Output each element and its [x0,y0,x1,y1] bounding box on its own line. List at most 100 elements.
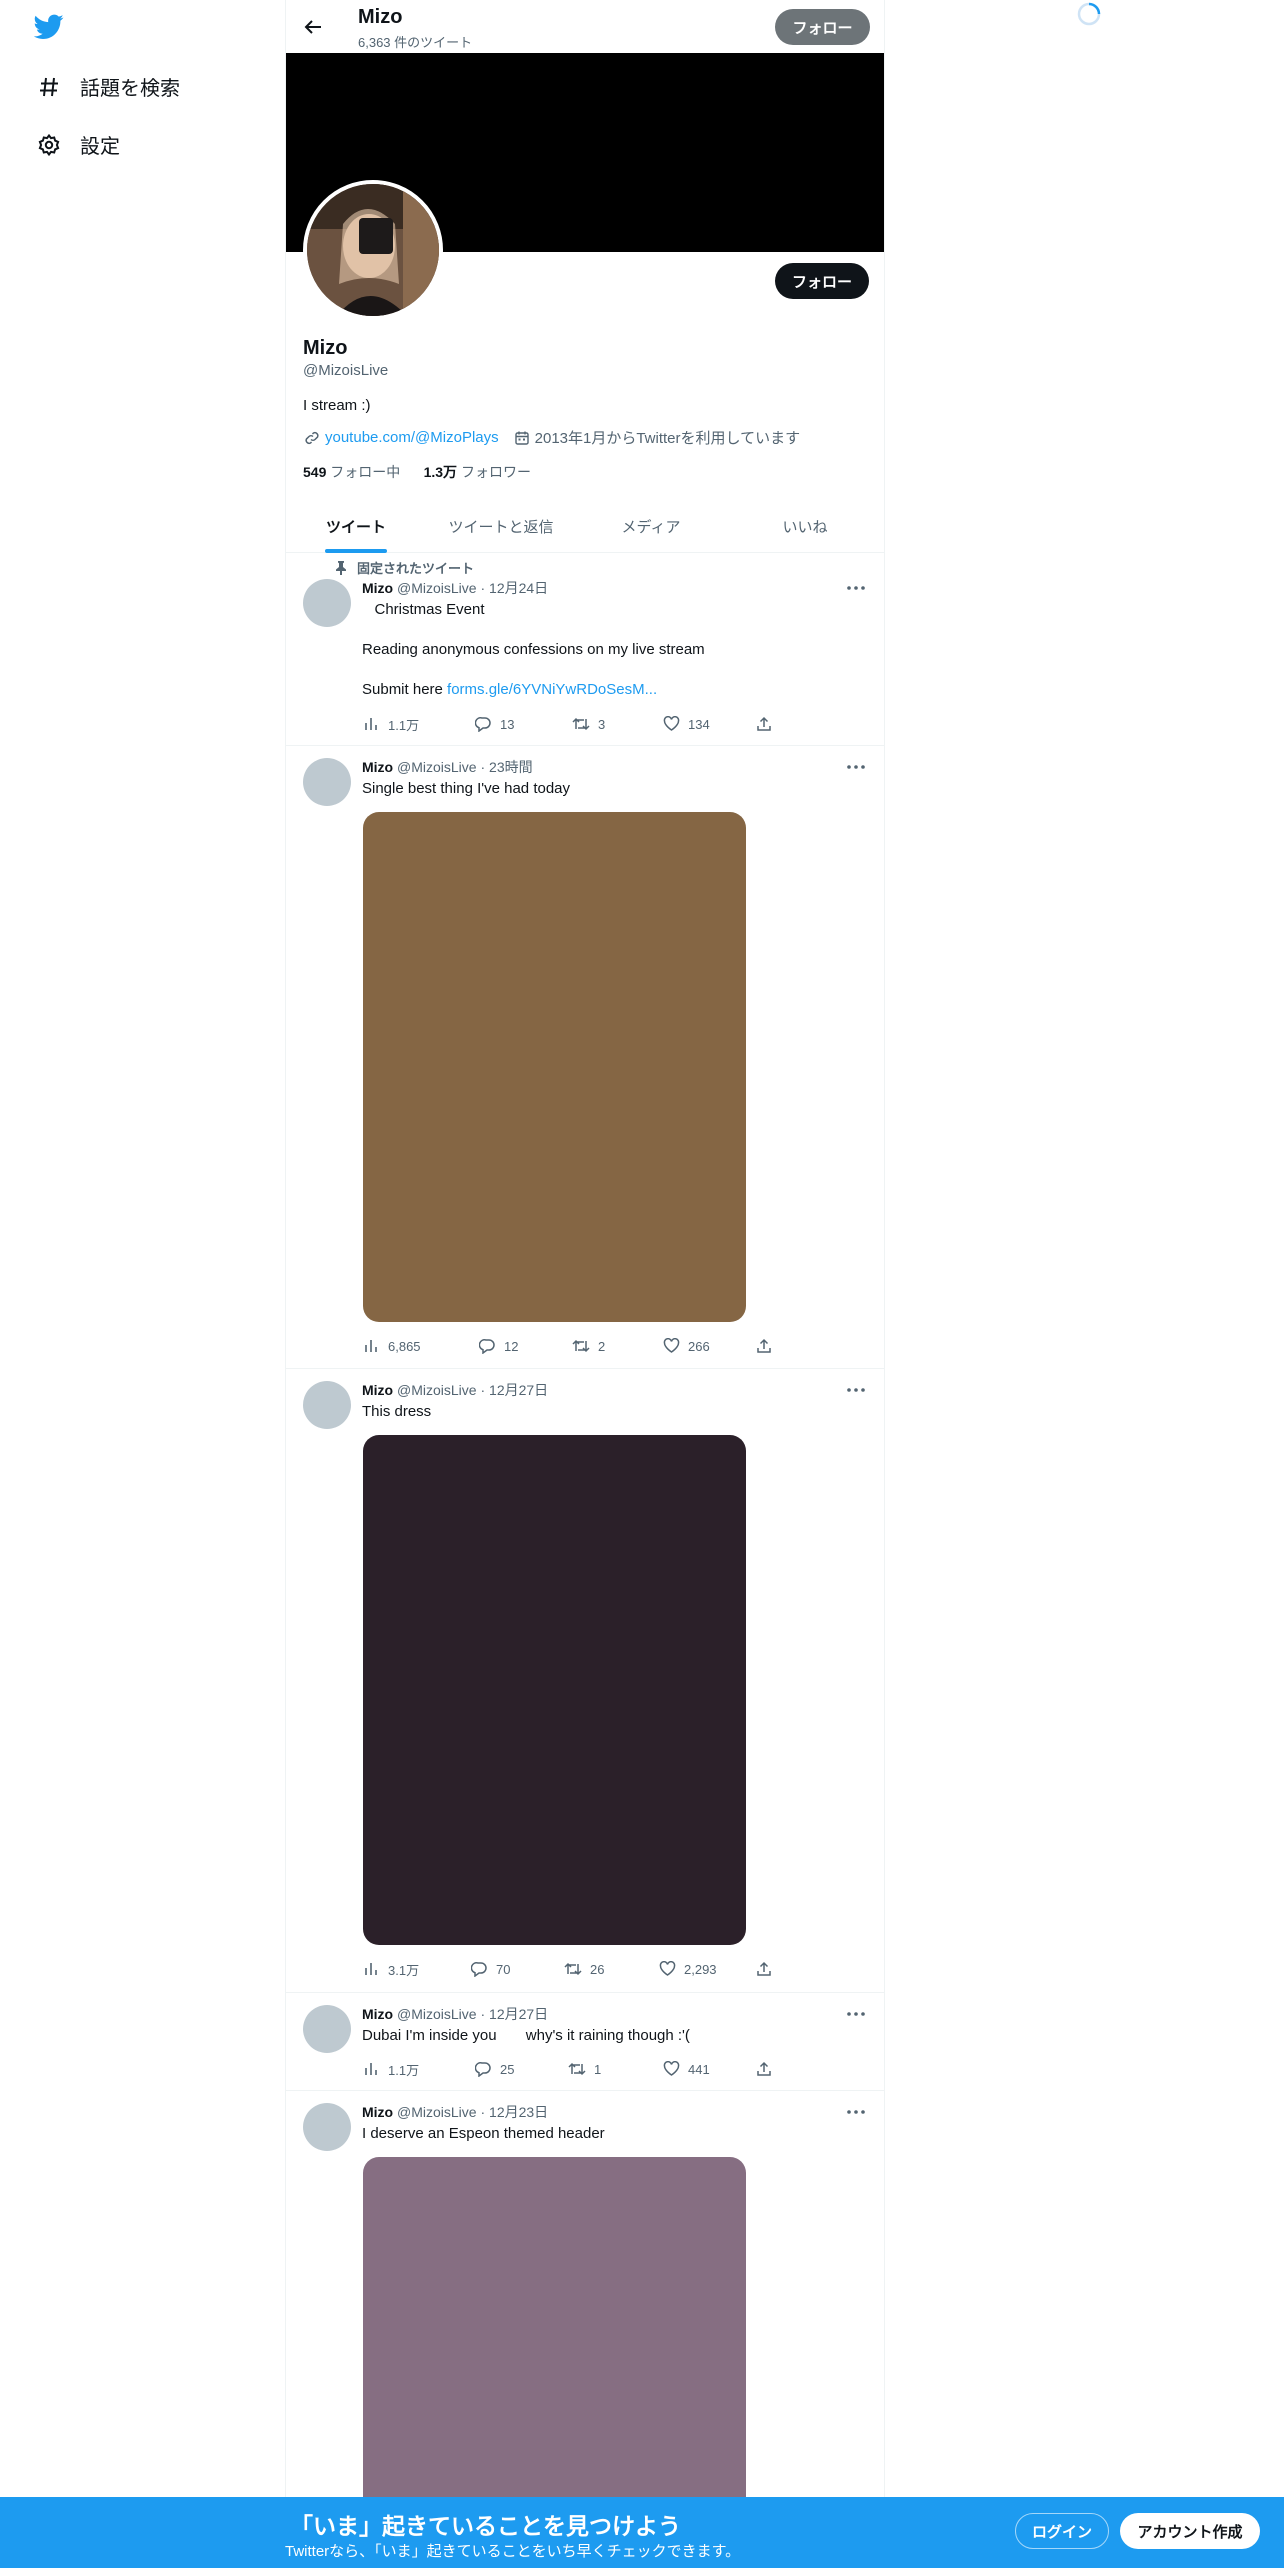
tweet-media-image[interactable] [363,1435,746,1945]
tweet-actions: 3.1万 70 26 2,293 [362,1959,782,1979]
retweet-button[interactable]: 1 [568,2059,601,2079]
tweet-author-handle[interactable]: @MizoisLive [397,1382,477,1398]
views-button[interactable]: 1.1万 [362,714,419,734]
tweet-time[interactable]: 12月24日 [489,580,548,596]
retweet-button[interactable]: 2 [572,1336,605,1356]
tab-likes[interactable]: いいね [726,500,884,553]
tweet-avatar[interactable] [303,579,351,627]
tweet-author-handle[interactable]: @MizoisLive [397,2104,477,2120]
tweet-item[interactable]: Mizo @MizoisLive · 12月27日 This dress 3.1… [286,1369,884,1993]
tab-media[interactable]: メディア [576,500,726,553]
chart-icon [362,2060,380,2078]
nav-settings[interactable]: 設定 [36,130,120,159]
tweet-item[interactable]: Mizo @MizoisLive · 12月23日 I deserve an E… [286,2091,884,2557]
views-button[interactable]: 1.1万 [362,2059,419,2079]
tweet-text: This dress [362,1403,432,1420]
reply-icon [474,2060,492,2078]
like-button[interactable]: 134 [662,714,710,734]
tweet-avatar[interactable] [303,2005,351,2053]
calendar-icon [513,429,531,447]
nav-settings-label: 設定 [80,136,120,158]
tweet-time[interactable]: 12月27日 [489,1382,548,1398]
following-link[interactable]: 549 フォロー中 [303,464,400,480]
tweet-author-name[interactable]: Mizo [362,2104,393,2120]
tweet-avatar[interactable] [303,2103,351,2151]
retweet-icon [572,715,590,733]
share-icon [755,2060,773,2078]
retweet-count: 3 [598,716,606,732]
gear-icon [36,132,62,158]
views-count: 3.1万 [388,1962,420,1978]
profile-handle: @MizoisLive [303,362,389,379]
share-button[interactable] [755,1336,781,1356]
share-button[interactable] [755,2059,781,2079]
following-count: 549 [303,464,327,480]
tweet-author-name[interactable]: Mizo [362,1382,393,1398]
tweet-author-handle[interactable]: @MizoisLive [397,759,477,775]
reply-button[interactable]: 25 [474,2059,514,2079]
tweet-header: Mizo @MizoisLive · 12月27日 [362,2004,548,2024]
tweet-avatar[interactable] [303,1381,351,1429]
follow-button[interactable]: フォロー [775,263,869,299]
tweet-time[interactable]: 12月23日 [489,2104,548,2120]
tweet-link[interactable]: forms.gle/6YVNiYwRDoSesM... [447,681,657,698]
tweet-item[interactable]: Mizo @MizoisLive · 12月27日 Dubai I'm insi… [286,1993,884,2091]
more-options-icon[interactable] [846,2007,866,2021]
tweet-item[interactable]: Mizo @MizoisLive · 23時間 Single best thin… [286,746,884,1369]
reply-button[interactable]: 12 [478,1336,518,1356]
retweet-button[interactable]: 26 [564,1959,604,1979]
reply-button[interactable]: 70 [470,1959,510,1979]
views-button[interactable]: 3.1万 [362,1959,419,1979]
tweet-actions: 6,865 12 2 266 [362,1336,782,1356]
tweet-author-name[interactable]: Mizo [362,2006,393,2022]
followers-link[interactable]: 1.3万 フォロワー [424,464,531,480]
back-arrow-icon[interactable] [300,14,326,40]
heart-icon [658,1960,676,1978]
like-button[interactable]: 441 [662,2059,710,2079]
profile-avatar[interactable] [303,180,443,320]
more-options-icon[interactable] [846,581,866,595]
tweet-item[interactable]: 固定されたツイート Mizo @MizoisLive · 12月24日 Chri… [286,553,884,746]
tweet-media-image[interactable] [363,812,746,1322]
share-button[interactable] [755,1959,781,1979]
loading-spinner-icon [1077,2,1101,26]
tweet-author-name[interactable]: Mizo [362,580,393,596]
more-options-icon[interactable] [846,2105,866,2119]
header-follow-button[interactable]: フォロー [775,9,870,45]
retweet-count: 2 [598,1338,606,1354]
signup-prompt-subtitle: Twitterなら、「いま」起きていることをいち早くチェックできます。 [285,2543,741,2560]
tweet-avatar[interactable] [303,758,351,806]
tweet-time[interactable]: 23時間 [489,759,533,775]
login-button[interactable]: ログイン [1015,2513,1109,2549]
tweet-text: Dubai I'm inside you why's it raining th… [362,2027,690,2044]
signup-button[interactable]: アカウント作成 [1120,2513,1260,2549]
tweet-author-handle[interactable]: @MizoisLive [397,580,477,596]
like-button[interactable]: 2,293 [658,1959,717,1979]
share-icon [755,715,773,733]
more-options-icon[interactable] [846,760,866,774]
tweet-time[interactable]: 12月27日 [489,2006,548,2022]
tweet-text-line: Christmas Event [362,601,485,618]
like-button[interactable]: 266 [662,1336,710,1356]
header-name: Mizo [358,6,403,28]
twitter-logo-icon[interactable] [33,14,64,40]
heart-icon [662,2060,680,2078]
tweet-author-name[interactable]: Mizo [362,759,393,775]
retweet-icon [564,1960,582,1978]
views-button[interactable]: 6,865 [362,1336,421,1356]
profile-tabs: ツイート ツイートと返信 メディア いいね [286,500,884,553]
profile-website-link[interactable]: youtube.com/@MizoPlays [325,429,499,446]
reply-button[interactable]: 13 [474,714,514,734]
tab-tweets[interactable]: ツイート [286,500,426,553]
reply-icon [478,1337,496,1355]
reply-icon [474,715,492,733]
more-options-icon[interactable] [846,1383,866,1397]
tab-tweets-replies[interactable]: ツイートと返信 [426,500,576,553]
retweet-button[interactable]: 3 [572,714,605,734]
nav-explore-label: 話題を検索 [80,78,180,100]
views-count: 6,865 [388,1338,421,1354]
reply-count: 70 [496,1961,511,1977]
nav-explore[interactable]: 話題を検索 [36,72,180,101]
share-button[interactable] [755,714,781,734]
tweet-author-handle[interactable]: @MizoisLive [397,2006,477,2022]
